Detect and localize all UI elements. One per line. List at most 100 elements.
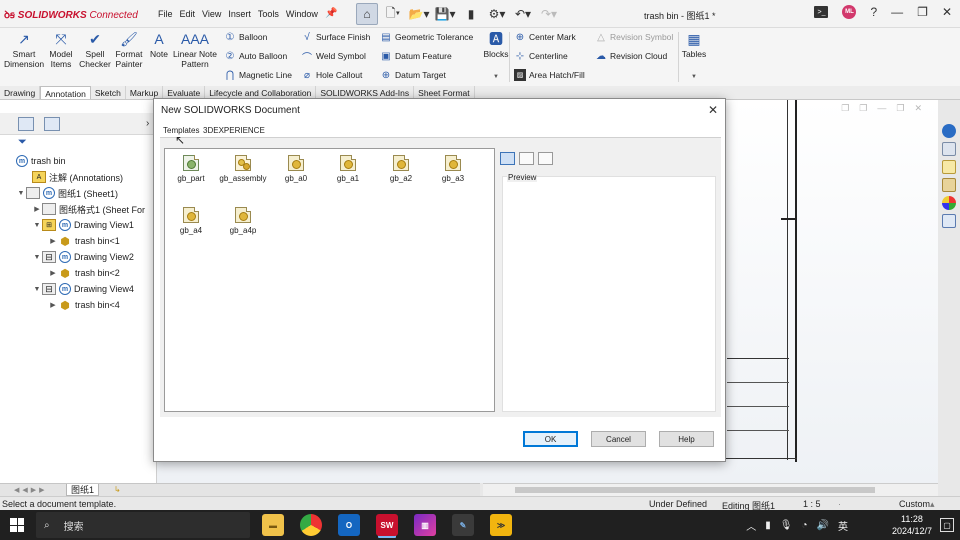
new-document-icon[interactable]: 🗋▾ bbox=[382, 3, 404, 25]
battery-icon[interactable]: ▮ bbox=[765, 520, 771, 531]
wifi-icon[interactable]: ◔ bbox=[802, 520, 808, 531]
details-view-icon[interactable] bbox=[538, 152, 553, 165]
tab-drawing[interactable]: Drawing bbox=[0, 86, 41, 99]
spell-checker-button[interactable]: ✔ Spell Checker bbox=[78, 30, 112, 69]
weld-symbol-button[interactable]: ⌒ Weld Symbol bbox=[301, 50, 366, 64]
template-gb-assembly[interactable]: gb_assembly bbox=[218, 155, 268, 183]
status-units[interactable]: Custom bbox=[899, 499, 930, 509]
tab-3dexperience[interactable]: 3DEXPERIENCE bbox=[201, 125, 267, 136]
tree-drawing-view2[interactable]: ▼ ⊟ m Drawing View2 bbox=[32, 249, 134, 265]
large-icons-view-icon[interactable] bbox=[500, 152, 515, 165]
window-minimize-icon[interactable]: — bbox=[877, 103, 886, 114]
template-gb-a0[interactable]: gb_a0 bbox=[271, 155, 321, 183]
status-scale[interactable]: 1 : 5 bbox=[803, 499, 821, 509]
template-gb-a3[interactable]: gb_a3 bbox=[428, 155, 478, 183]
center-mark-button[interactable]: ⊕ Center Mark bbox=[514, 31, 576, 43]
tree-drawing-view1[interactable]: ▼ ⊞ m Drawing View1 bbox=[32, 217, 134, 233]
expand-icon[interactable]: ▶ bbox=[48, 269, 58, 277]
revision-cloud-button[interactable]: ☁ Revision Cloud bbox=[595, 50, 667, 62]
menu-view[interactable]: View bbox=[202, 9, 221, 19]
traffic-light-icon[interactable]: ▮ bbox=[460, 3, 482, 25]
tab-sketch[interactable]: Sketch bbox=[91, 86, 126, 99]
outlook-app-icon[interactable]: O bbox=[338, 514, 360, 536]
template-gb-a4[interactable]: gb_a4 bbox=[166, 207, 216, 235]
note-button[interactable]: A Note bbox=[147, 30, 171, 59]
expand-icon[interactable]: ▶ bbox=[48, 301, 58, 309]
sheet-tab[interactable]: 图纸1 bbox=[66, 484, 100, 496]
ok-button[interactable]: OK bbox=[523, 431, 578, 447]
minimize-button[interactable]: — bbox=[891, 5, 903, 19]
windows-start-icon[interactable] bbox=[10, 518, 24, 532]
template-gb-part[interactable]: gb_part bbox=[166, 155, 216, 183]
geometric-tolerance-button[interactable]: ▤ Geometric Tolerance bbox=[380, 31, 473, 43]
tree-drawing-view4[interactable]: ▼ ⊟ m Drawing View4 bbox=[32, 281, 134, 297]
format-painter-button[interactable]: 🖌 Format Painter bbox=[113, 30, 145, 69]
units-dropdown-icon[interactable]: ▴ bbox=[930, 499, 935, 510]
surface-finish-button[interactable]: √ Surface Finish bbox=[301, 31, 370, 43]
area-hatch-button[interactable]: ▨ Area Hatch/Fill bbox=[514, 69, 585, 81]
redo-icon[interactable]: ↷▾ bbox=[538, 3, 560, 25]
options-gear-icon[interactable]: ⚙▾ bbox=[486, 3, 508, 25]
tree-view1-part[interactable]: ▶ ⬢ trash bin<1 bbox=[48, 233, 119, 249]
add-sheet-icon[interactable]: ↳ bbox=[114, 485, 121, 494]
command-prompt-icon[interactable]: >_ bbox=[814, 6, 829, 18]
powershell-app-icon[interactable]: ≫ bbox=[490, 514, 512, 536]
template-gb-a2[interactable]: gb_a2 bbox=[376, 155, 426, 183]
microphone-icon[interactable]: 🎙 bbox=[780, 520, 793, 531]
paint-app-icon[interactable]: ✎ bbox=[452, 514, 474, 536]
collapse-icon[interactable]: ▼ bbox=[16, 190, 26, 197]
expand-panel-icon[interactable]: › bbox=[146, 118, 149, 129]
linear-note-pattern-button[interactable]: AAA Linear Note Pattern bbox=[172, 30, 218, 69]
tables-button[interactable]: ▦ Tables bbox=[681, 30, 707, 59]
help-button[interactable]: Help bbox=[659, 431, 714, 447]
user-avatar[interactable]: ML bbox=[842, 5, 857, 19]
appearances-icon[interactable] bbox=[942, 196, 956, 210]
pin-icon[interactable]: 📌 bbox=[325, 8, 337, 19]
datum-target-button[interactable]: ⊕ Datum Target bbox=[380, 69, 446, 81]
file-explorer-app-icon[interactable]: ▬ bbox=[262, 514, 284, 536]
sheet-nav-arrows[interactable]: ◀◀▶▶ bbox=[14, 486, 48, 494]
save-icon[interactable]: 💾▾ bbox=[434, 3, 456, 25]
chrome-app-icon[interactable] bbox=[300, 514, 322, 536]
blocks-button[interactable]: 🅰 Blocks bbox=[482, 30, 510, 59]
hole-callout-button[interactable]: ⌀ Hole Callout bbox=[301, 69, 362, 81]
horizontal-scrollbar[interactable] bbox=[483, 483, 938, 496]
template-gb-a4p[interactable]: gb_a4p bbox=[218, 207, 268, 235]
smart-dimension-button[interactable]: ↗ Smart Dimension bbox=[4, 30, 44, 69]
restore-button[interactable]: ❐ bbox=[917, 5, 928, 19]
collapse-icon[interactable]: ▼ bbox=[32, 222, 42, 229]
scrollbar-thumb[interactable] bbox=[515, 487, 875, 493]
dialog-close-icon[interactable]: ✕ bbox=[708, 103, 718, 117]
tree-view2-part[interactable]: ▶ ⬢ trash bin<2 bbox=[48, 265, 119, 281]
window-restore-icon[interactable]: ❐ bbox=[896, 103, 904, 114]
menu-insert[interactable]: Insert bbox=[228, 9, 251, 19]
expand-icon[interactable]: ▶ bbox=[48, 237, 58, 245]
tree-view4-part[interactable]: ▶ ⬢ trash bin<4 bbox=[48, 297, 119, 313]
menu-window[interactable]: Window bbox=[286, 9, 318, 19]
centerline-button[interactable]: ⊹ Centerline bbox=[514, 50, 568, 62]
window-close-icon[interactable]: ✕ bbox=[914, 103, 922, 114]
tree-root[interactable]: m trash bin bbox=[16, 153, 66, 169]
datum-feature-button[interactable]: ▣ Datum Feature bbox=[380, 50, 451, 62]
solidworks-resources-icon[interactable] bbox=[942, 124, 956, 138]
undo-icon[interactable]: ↶▾ bbox=[512, 3, 534, 25]
view-palette-icon[interactable] bbox=[942, 178, 956, 192]
tray-overflow-icon[interactable]: ︿ bbox=[746, 518, 756, 533]
feature-tree-tab-icon[interactable] bbox=[18, 117, 34, 131]
menu-file[interactable]: File bbox=[158, 9, 173, 19]
tables-dropdown-icon[interactable]: ▼ bbox=[691, 74, 697, 80]
model-items-button[interactable]: ⤧ Model Items bbox=[46, 30, 76, 69]
list-view-icon[interactable] bbox=[519, 152, 534, 165]
menu-tools[interactable]: Tools bbox=[258, 9, 279, 19]
template-gb-a1[interactable]: gb_a1 bbox=[323, 155, 373, 183]
menu-edit[interactable]: Edit bbox=[180, 9, 196, 19]
close-button[interactable]: ✕ bbox=[942, 5, 952, 19]
window-cascade-icon[interactable]: ❐ bbox=[859, 103, 867, 114]
tree-sheet[interactable]: ▼ m 图纸1 (Sheet1) bbox=[16, 185, 118, 201]
window-tile-icon[interactable]: ❐ bbox=[841, 103, 849, 114]
notification-icon[interactable]: ▢ bbox=[940, 518, 954, 532]
balloon-button[interactable]: ① Balloon bbox=[224, 31, 268, 43]
home-icon[interactable]: ⌂ bbox=[356, 3, 378, 25]
ime-indicator[interactable]: 英 bbox=[838, 518, 848, 533]
help-icon[interactable]: ? bbox=[870, 5, 877, 19]
